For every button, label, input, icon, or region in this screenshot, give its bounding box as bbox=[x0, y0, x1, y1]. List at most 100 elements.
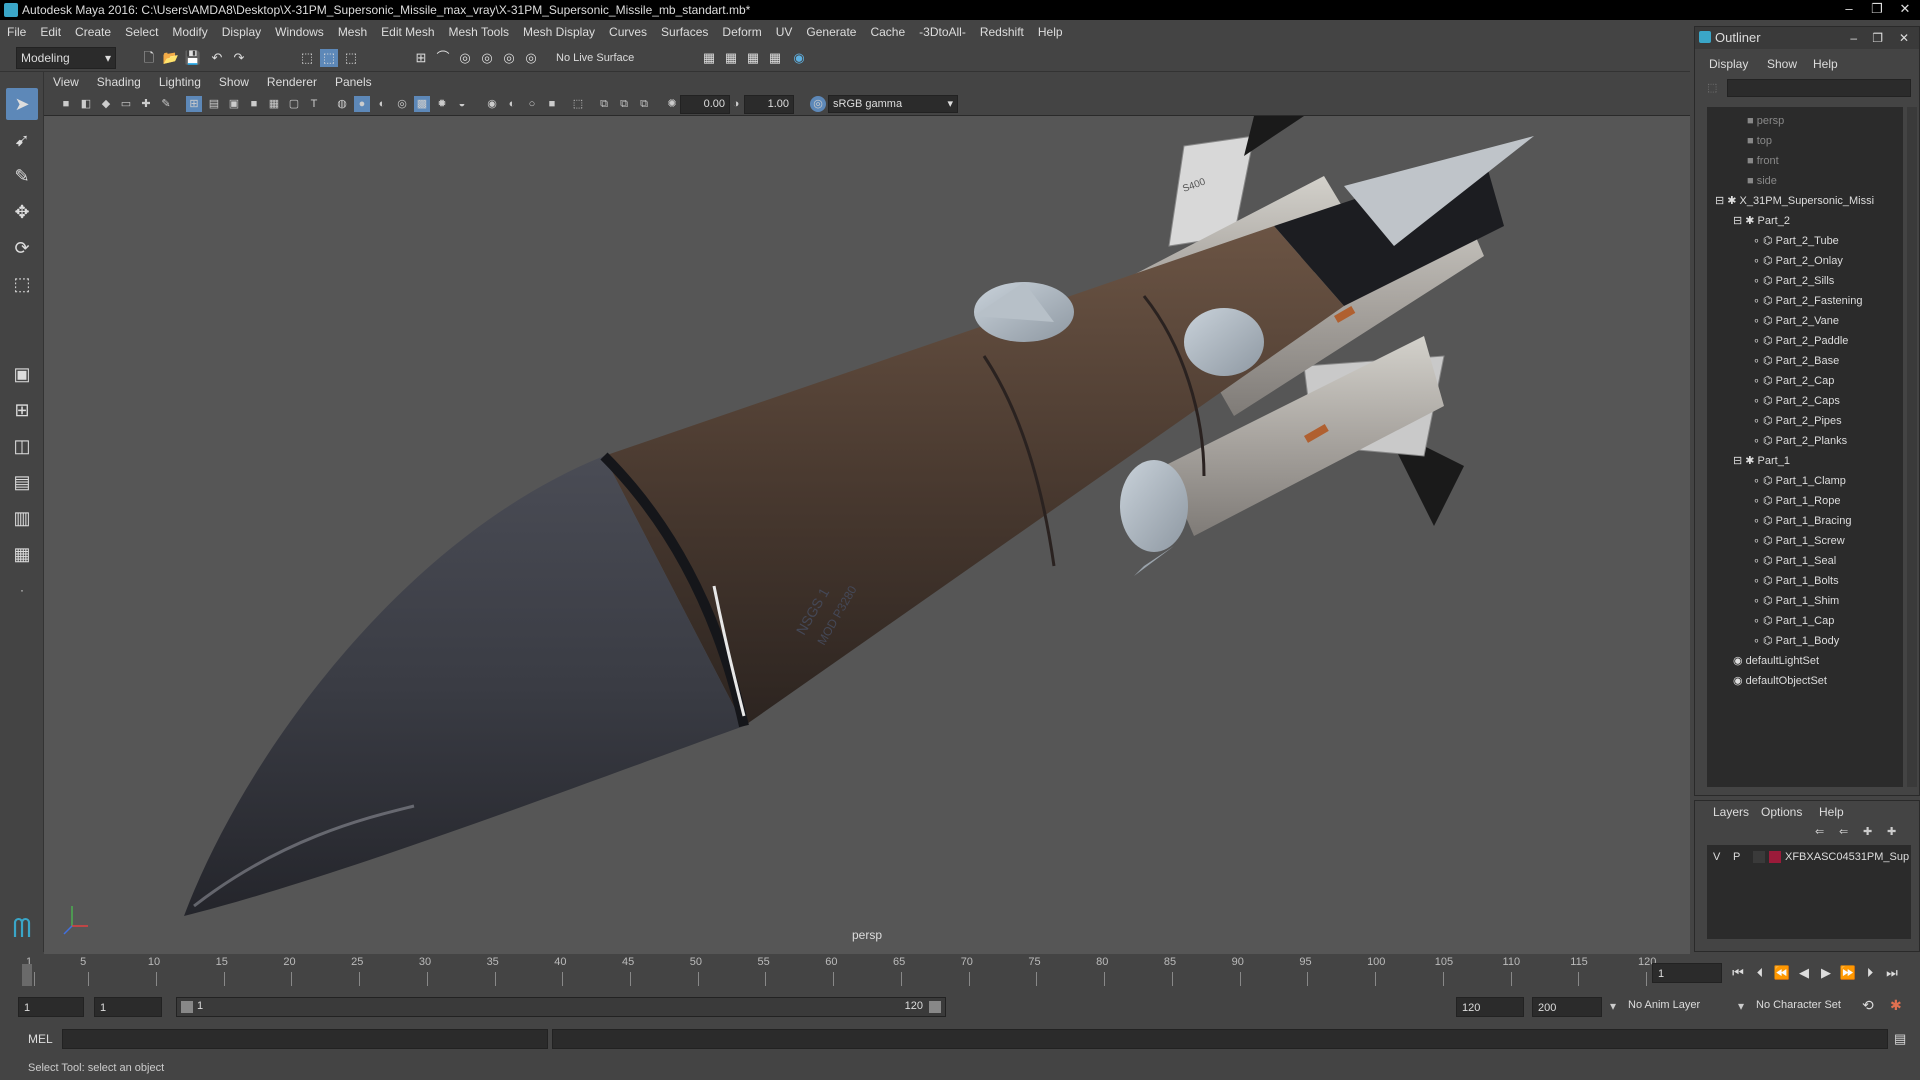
close-icon[interactable]: ✕ bbox=[1899, 27, 1909, 49]
save-scene-icon[interactable]: 💾 bbox=[184, 49, 202, 67]
outliner-scrollbar[interactable] bbox=[1907, 107, 1917, 787]
outliner-menu-show[interactable]: Show bbox=[1767, 57, 1797, 71]
outliner-mesh-item[interactable]: ∘ ⌬ Part_2_Planks bbox=[1753, 431, 1847, 451]
outliner-mesh-item[interactable]: ∘ ⌬ Part_1_Bolts bbox=[1753, 571, 1839, 591]
go-to-start-icon[interactable]: ⏮ bbox=[1728, 963, 1748, 983]
layer-visibility-toggle[interactable]: V bbox=[1713, 847, 1720, 867]
viewport-menu-renderer[interactable]: Renderer bbox=[258, 72, 326, 92]
viewport-menu-shading[interactable]: Shading bbox=[88, 72, 150, 92]
wireframe-icon[interactable]: ◍ bbox=[334, 96, 350, 112]
layers-menu-options[interactable]: Options bbox=[1761, 805, 1802, 819]
outliner-camera-item[interactable]: ■ side bbox=[1747, 171, 1777, 191]
snap-point-icon[interactable]: ◎ bbox=[456, 49, 474, 67]
outliner-mesh-item[interactable]: ∘ ⌬ Part_2_Pipes bbox=[1753, 411, 1842, 431]
grease-pencil-icon[interactable]: ✎ bbox=[158, 96, 174, 112]
chevron-down-icon[interactable]: ▾ bbox=[1738, 999, 1744, 1013]
xray-components-icon[interactable]: ⧉ bbox=[636, 96, 652, 112]
script-language-label[interactable]: MEL bbox=[28, 1032, 53, 1046]
viewport-menu-lighting[interactable]: Lighting bbox=[150, 72, 210, 92]
outliner-mesh-item[interactable]: ∘ ⌬ Part_2_Vane bbox=[1753, 311, 1839, 331]
color-management-icon[interactable]: ◎ bbox=[810, 96, 826, 112]
maximize-button[interactable]: ❐ bbox=[1864, 0, 1890, 18]
layer-color-swatch[interactable] bbox=[1769, 851, 1781, 863]
menu-modify[interactable]: Modify bbox=[165, 20, 214, 44]
play-forwards-icon[interactable]: ▶ bbox=[1816, 963, 1836, 983]
outliner-mesh-item[interactable]: ∘ ⌬ Part_1_Seal bbox=[1753, 551, 1836, 571]
menu-surfaces[interactable]: Surfaces bbox=[654, 20, 715, 44]
outliner-camera-item[interactable]: ■ front bbox=[1747, 151, 1779, 171]
outliner-mesh-item[interactable]: ∘ ⌬ Part_1_Clamp bbox=[1753, 471, 1846, 491]
menu-uv[interactable]: UV bbox=[769, 20, 800, 44]
select-hierarchy-icon[interactable]: ⬚ bbox=[298, 49, 316, 67]
outliner-menu-help[interactable]: Help bbox=[1813, 57, 1838, 71]
persp-graph-view-icon[interactable]: ▥ bbox=[6, 502, 38, 534]
menu-mesh-display[interactable]: Mesh Display bbox=[516, 20, 602, 44]
end-time-field[interactable]: 200 bbox=[1532, 997, 1602, 1017]
field-chart-icon[interactable]: ▦ bbox=[266, 96, 282, 112]
single-view-icon[interactable]: ▣ bbox=[6, 358, 38, 390]
outliner-search-input[interactable] bbox=[1727, 79, 1911, 97]
move-layer-down-icon[interactable]: ⇐ bbox=[1839, 825, 1848, 838]
character-set-label[interactable]: No Character Set bbox=[1756, 999, 1841, 1011]
new-scene-icon[interactable]: 🗋 bbox=[140, 49, 158, 67]
render-settings-icon[interactable]: ▦ bbox=[700, 49, 718, 67]
motion-blur-icon[interactable]: ◐ bbox=[504, 96, 520, 112]
layer-row[interactable]: V P XFBXASC04531PM_Sup bbox=[1707, 847, 1911, 867]
select-object-icon[interactable]: ⬚ bbox=[320, 49, 338, 67]
outliner-group-item[interactable]: ⊟ ✱ Part_1 bbox=[1733, 451, 1790, 471]
outliner-mesh-item[interactable]: ∘ ⌬ Part_2_Tube bbox=[1753, 231, 1839, 251]
render-frame-icon[interactable]: ▦ bbox=[722, 49, 740, 67]
outliner-mesh-item[interactable]: ∘ ⌬ Part_1_Cap bbox=[1753, 611, 1834, 631]
resolution-gate-icon[interactable]: ▣ bbox=[226, 96, 242, 112]
depth-of-field-icon[interactable]: ■ bbox=[544, 96, 560, 112]
snap-curve-icon[interactable]: ⌒ bbox=[434, 49, 452, 67]
safe-action-icon[interactable]: ▢ bbox=[286, 96, 302, 112]
playback-start-field[interactable]: 1 bbox=[94, 997, 162, 1017]
2d-pan-zoom-icon[interactable]: ✚ bbox=[138, 96, 154, 112]
play-backwards-icon[interactable]: ◀ bbox=[1794, 963, 1814, 983]
snap-live-icon[interactable]: ◎ bbox=[522, 49, 540, 67]
menu-windows[interactable]: Windows bbox=[268, 20, 331, 44]
layers-menu-help[interactable]: Help bbox=[1819, 805, 1844, 819]
viewport-menu-show[interactable]: Show bbox=[210, 72, 258, 92]
menu-file[interactable]: File bbox=[0, 20, 33, 44]
redo-icon[interactable]: ↷ bbox=[230, 49, 248, 67]
xray-joints-icon[interactable]: ⧉ bbox=[616, 96, 632, 112]
gamma-field[interactable]: 1.00 bbox=[744, 95, 794, 114]
start-time-field[interactable]: 1 bbox=[18, 997, 84, 1017]
layer-name[interactable]: XFBXASC04531PM_Sup bbox=[1785, 847, 1909, 867]
go-to-end-icon[interactable]: ⏭ bbox=[1882, 963, 1902, 983]
step-back-frame-icon[interactable]: ⏪ bbox=[1772, 963, 1792, 983]
time-slider[interactable]: 1 5 10 15 20 25 30 35 40 45 50 55 60 65 70 75 80 85 90 95 10… bbox=[0, 954, 1690, 988]
select-component-icon[interactable]: ⬚ bbox=[342, 49, 360, 67]
outliner-mesh-item[interactable]: ∘ ⌬ Part_1_Bracing bbox=[1753, 511, 1851, 531]
step-back-key-icon[interactable]: ⏴ bbox=[1750, 963, 1770, 983]
menu-display[interactable]: Display bbox=[215, 20, 268, 44]
layer-type-toggle[interactable] bbox=[1753, 851, 1765, 863]
safe-title-icon[interactable]: T bbox=[306, 96, 322, 112]
outliner-mesh-item[interactable]: ∘ ⌬ Part_1_Rope bbox=[1753, 491, 1840, 511]
current-time-marker[interactable] bbox=[22, 964, 32, 986]
step-forward-key-icon[interactable]: ⏵ bbox=[1860, 963, 1880, 983]
outliner-mesh-item[interactable]: ∘ ⌬ Part_2_Paddle bbox=[1753, 331, 1848, 351]
shadows-icon[interactable]: ◒ bbox=[454, 96, 470, 112]
paint-select-tool-icon[interactable]: ✎ bbox=[6, 160, 38, 192]
bookmark-icon[interactable]: ◆ bbox=[98, 96, 114, 112]
live-surface-label[interactable]: No Live Surface bbox=[556, 49, 634, 67]
script-editor-icon[interactable]: ▤ bbox=[1894, 1031, 1906, 1047]
anti-aliasing-icon[interactable]: ○ bbox=[524, 96, 540, 112]
gate-mask-icon[interactable]: ■ bbox=[246, 96, 262, 112]
more-layouts-icon[interactable]: · bbox=[6, 574, 38, 606]
outliner-mesh-item[interactable]: ∘ ⌬ Part_2_Caps bbox=[1753, 391, 1840, 411]
minimize-button[interactable]: – bbox=[1836, 0, 1862, 18]
image-plane-icon[interactable]: ▭ bbox=[118, 96, 134, 112]
scale-tool-icon[interactable]: ⬚ bbox=[6, 268, 38, 300]
render-view-icon[interactable]: ▦ bbox=[766, 49, 784, 67]
menu-edit-mesh[interactable]: Edit Mesh bbox=[374, 20, 441, 44]
new-layer-selected-icon[interactable]: ✚ bbox=[1887, 825, 1896, 838]
menu-generate[interactable]: Generate bbox=[799, 20, 863, 44]
camera-attributes-icon[interactable]: ◧ bbox=[78, 96, 94, 112]
grid-icon[interactable]: ⊞ bbox=[186, 96, 202, 112]
range-end-handle[interactable] bbox=[929, 1001, 941, 1013]
playback-end-field[interactable]: 120 bbox=[1456, 997, 1524, 1017]
